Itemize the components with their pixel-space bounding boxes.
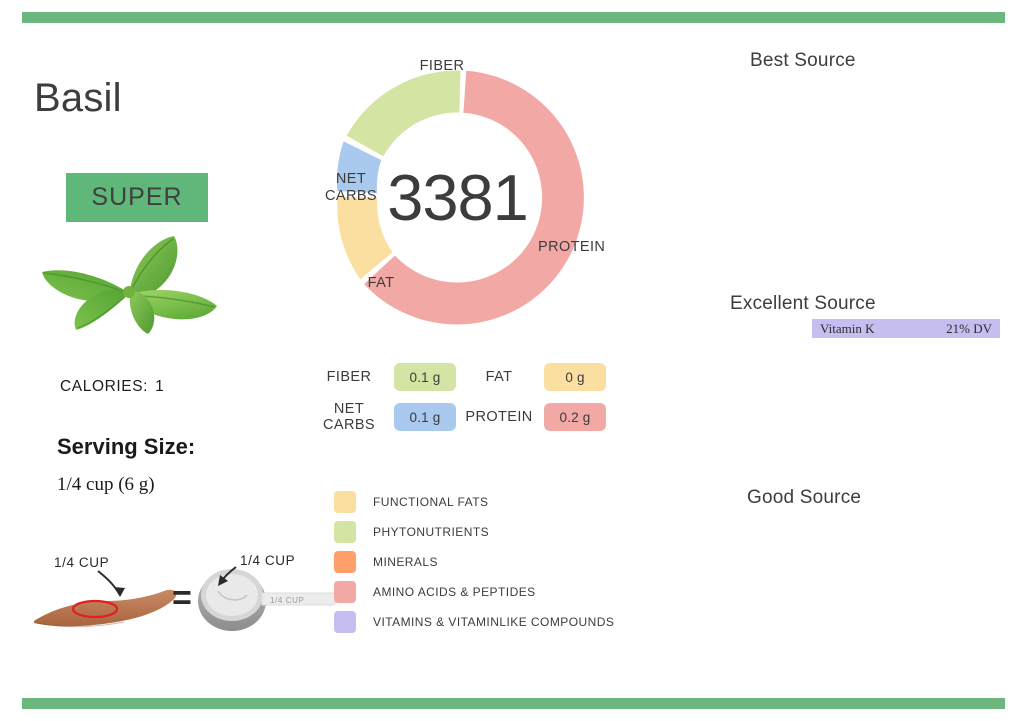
legend-label-functional-fats: FUNCTIONAL FATS [373, 495, 489, 509]
macronutrient-donut-chart: 3381 FIBER NET CARBS FAT PROTEIN [295, 35, 620, 360]
donut-label-fat: FAT [367, 275, 395, 291]
nutrient-name-vitamin-k: Vitamin K [820, 320, 875, 336]
legend-label-phytonutrients: PHYTONUTRIENTS [373, 525, 490, 539]
legend-item: PHYTONUTRIENTS [334, 517, 614, 547]
legend-label-vitamins: VITAMINS & VITAMINLIKE COMPOUNDS [373, 615, 615, 629]
status-badge-label: SUPER [91, 183, 183, 211]
section-heading-best-source: Best Source [750, 50, 856, 71]
donut-label-protein: PROTEIN [538, 239, 606, 255]
macro-cell-net-carbs: NET CARBS 0.1 g [312, 401, 462, 433]
nutrient-category-legend: FUNCTIONAL FATS PHYTONUTRIENTS MINERALS … [334, 487, 614, 637]
nutrient-dv-vitamin-k: 21% DV [946, 320, 992, 336]
bottom-divider-rule [22, 698, 1005, 709]
macro-label-fat: FAT [485, 368, 513, 385]
serving-size-label: Serving Size: [57, 434, 196, 459]
macro-cell-fiber: FIBER 0.1 g [312, 363, 462, 391]
legend-swatch-amino-acids [334, 581, 356, 603]
legend-swatch-functional-fats [334, 491, 356, 513]
cup-handle-text: 1/4 CUP [270, 596, 304, 605]
top-divider-rule [22, 12, 1005, 23]
legend-swatch-phytonutrients [334, 521, 356, 543]
legend-swatch-vitamins [334, 611, 356, 633]
status-badge-super: SUPER [66, 173, 208, 222]
legend-label-minerals: MINERALS [373, 555, 438, 569]
donut-label-fiber: FIBER [419, 58, 465, 74]
macro-label-net-carbs: NET CARBS [323, 401, 375, 434]
cup-portion-label: 1/4 CUP [240, 553, 295, 568]
page-title: Basil [34, 76, 122, 120]
legend-label-amino-acids: AMINO ACIDS & PEPTIDES [373, 585, 536, 599]
equals-sign: = [172, 579, 192, 617]
macro-cell-protein: PROTEIN 0.2 g [462, 403, 606, 432]
serving-equivalence-illustration: 1/4 CUP = 1/4 CUP 1/4 CUP [32, 543, 337, 641]
macro-value-fiber: 0.1 g [394, 363, 456, 391]
legend-item: FUNCTIONAL FATS [334, 487, 614, 517]
legend-item: MINERALS [334, 547, 614, 577]
macro-row: NET CARBS 0.1 g PROTEIN 0.2 g [312, 401, 612, 433]
calories-line: CALORIES: 1 [60, 378, 164, 396]
calories-label: CALORIES: [60, 378, 149, 395]
macro-cell-fat: FAT 0 g [462, 363, 606, 391]
macro-label-fiber: FIBER [326, 368, 372, 385]
macro-value-protein: 0.2 g [544, 403, 606, 432]
section-heading-excellent-source: Excellent Source [730, 293, 876, 314]
macro-values-grid: FIBER 0.1 g FAT 0 g NET CARBS 0.1 g PROT… [312, 363, 612, 443]
macro-row: FIBER 0.1 g FAT 0 g [312, 363, 612, 391]
legend-swatch-minerals [334, 551, 356, 573]
macro-value-net-carbs: 0.1 g [394, 403, 456, 432]
legend-item: AMINO ACIDS & PEPTIDES [334, 577, 614, 607]
donut-label-net-carbs: NET CARBS [325, 171, 377, 204]
macro-value-fat: 0 g [544, 363, 606, 391]
donut-segment-fiber [346, 70, 461, 157]
basil-leaves-image [22, 228, 237, 340]
calories-value: 1 [155, 378, 165, 395]
macro-label-protein: PROTEIN [465, 409, 533, 426]
hand-portion-label: 1/4 CUP [54, 555, 109, 570]
section-heading-good-source: Good Source [747, 487, 862, 508]
legend-item: VITAMINS & VITAMINLIKE COMPOUNDS [334, 607, 614, 637]
serving-size-value: 1/4 cup (6 g) [57, 474, 155, 495]
nutrient-bar-vitamin-k: Vitamin K 21% DV [812, 319, 1000, 338]
